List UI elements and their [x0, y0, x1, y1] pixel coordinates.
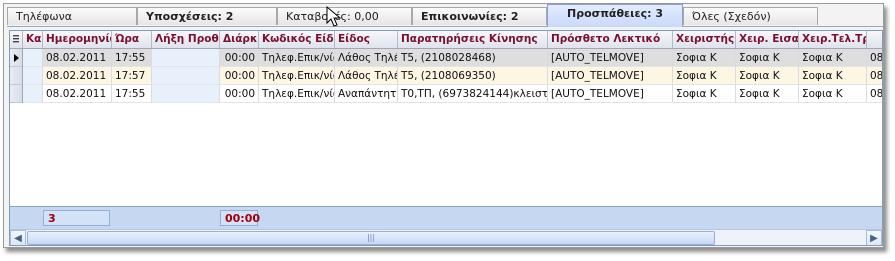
cell-duration[interactable]: 00:00: [220, 49, 259, 67]
cell-type[interactable]: Αναπάντητη κλήση: [335, 85, 398, 103]
col-header-notes[interactable]: Παρατηρήσεις Κίνησης: [398, 31, 548, 48]
horizontal-scrollbar[interactable]: ◀ ||| ▶: [10, 229, 882, 245]
cell-type-code[interactable]: Τηλεφ.Επικ/νία: [259, 67, 335, 85]
column-chooser-icon[interactable]: [10, 31, 23, 48]
cell-last-change-operator[interactable]: Σοφια Κ: [799, 85, 867, 103]
table-row[interactable]: 08.02.2011 17:55 00:00 Τηλεφ.Επικ/νία Λά…: [10, 49, 882, 67]
row-indicator: [10, 67, 23, 85]
cell-notes[interactable]: T0,TΠ, (6973824144)κλειστο: [398, 85, 548, 103]
tab-attempts[interactable]: Προσπάθειες: 3: [547, 4, 683, 27]
cell-ka[interactable]: [23, 85, 43, 103]
col-header-insert-operator[interactable]: Χειρ. Εισαγ: [736, 31, 799, 48]
tab-strip: Τηλέφωνα Υποσχέσεις: 2 Καταβολές: 0,00 Ε…: [7, 4, 883, 27]
grid-header: Κα Ημερομηνία Ώρα Λήξη Προθε Διάρκε Κωδι…: [10, 31, 882, 49]
cell-extra-text[interactable]: [AUTO_TELMOVE]: [548, 49, 673, 67]
footer-duration-total: 00:00: [220, 210, 260, 226]
cell-extra[interactable]: 08: [867, 49, 882, 67]
col-header-date[interactable]: Ημερομηνία: [43, 31, 112, 48]
cell-operator[interactable]: Σοφια Κ: [673, 49, 736, 67]
attempts-grid: Κα Ημερομηνία Ώρα Λήξη Προθε Διάρκε Κωδι…: [9, 30, 883, 246]
cell-operator[interactable]: Σοφια Κ: [673, 67, 736, 85]
cell-date[interactable]: 08.02.2011: [43, 67, 112, 85]
arrow-right-icon[interactable]: ▶: [866, 230, 882, 245]
col-header-type-code[interactable]: Κωδικός Είδο: [259, 31, 335, 48]
cell-notes[interactable]: T5, (2108028468): [398, 49, 548, 67]
table-row[interactable]: 08.02.2011 17:55 00:00 Τηλεφ.Επικ/νία Αν…: [10, 85, 882, 103]
cell-extra[interactable]: 08: [867, 67, 882, 85]
cell-insert-operator[interactable]: Σοφια Κ: [736, 67, 799, 85]
cell-type-code[interactable]: Τηλεφ.Επικ/νία: [259, 49, 335, 67]
cell-type[interactable]: Λάθος Τηλέφωνο: [335, 49, 398, 67]
cell-date[interactable]: 08.02.2011: [43, 49, 112, 67]
attempts-panel: Τηλέφωνα Υποσχέσεις: 2 Καταβολές: 0,00 Ε…: [3, 3, 884, 248]
cell-deadline[interactable]: [152, 67, 220, 85]
cell-last-change-operator[interactable]: Σοφια Κ: [799, 49, 867, 67]
grid-footer: 3 00:00: [10, 206, 882, 229]
cell-operator[interactable]: Σοφια Κ: [673, 85, 736, 103]
col-header-extra-text[interactable]: Πρόσθετο Λεκτικό: [548, 31, 673, 48]
tab-promises[interactable]: Υποσχέσεις: 2: [137, 7, 277, 25]
col-header-deadline[interactable]: Λήξη Προθε: [152, 31, 220, 48]
cell-notes[interactable]: T5, (2108069350): [398, 67, 548, 85]
arrow-left-icon[interactable]: ◀: [10, 230, 26, 245]
cell-duration[interactable]: 00:00: [220, 67, 259, 85]
cell-date[interactable]: 08.02.2011: [43, 85, 112, 103]
cell-time[interactable]: 17:55: [112, 49, 152, 67]
col-header-type[interactable]: Είδος: [335, 31, 398, 48]
cell-extra[interactable]: 08: [867, 85, 882, 103]
cell-type-code[interactable]: Τηλεφ.Επικ/νία: [259, 85, 335, 103]
cell-extra-text[interactable]: [AUTO_TELMOVE]: [548, 85, 673, 103]
mouse-pointer-icon: [326, 5, 342, 28]
cell-deadline[interactable]: [152, 49, 220, 67]
col-header-time[interactable]: Ώρα: [112, 31, 152, 48]
table-row[interactable]: 08.02.2011 17:57 00:00 Τηλεφ.Επικ/νία Λά…: [10, 67, 882, 85]
tab-all[interactable]: Όλες (Σχεδόν): [683, 7, 818, 25]
col-header-duration[interactable]: Διάρκε: [220, 31, 259, 48]
tab-payments[interactable]: Καταβολές: 0,00: [277, 7, 412, 25]
scrollbar-thumb[interactable]: |||: [27, 231, 715, 245]
triangle-right-icon: [14, 54, 19, 62]
cell-extra-text[interactable]: [AUTO_TELMOVE]: [548, 67, 673, 85]
col-header-ka[interactable]: Κα: [23, 31, 43, 48]
cell-type[interactable]: Λάθος Τηλέφωνο: [335, 67, 398, 85]
col-header-extra[interactable]: [867, 31, 882, 48]
cell-ka[interactable]: [23, 67, 43, 85]
cell-insert-operator[interactable]: Σοφια Κ: [736, 85, 799, 103]
cell-last-change-operator[interactable]: Σοφια Κ: [799, 67, 867, 85]
cell-ka[interactable]: [23, 49, 43, 67]
col-header-operator[interactable]: Χειριστής: [673, 31, 736, 48]
tab-communications[interactable]: Επικοινωνίες: 2: [412, 7, 547, 25]
row-indicator: [10, 49, 23, 67]
cell-insert-operator[interactable]: Σοφια Κ: [736, 49, 799, 67]
col-header-last-change-operator[interactable]: Χειρ.Τελ.Τρ: [799, 31, 867, 48]
footer-row-count: 3: [43, 210, 110, 226]
cell-time[interactable]: 17:57: [112, 67, 152, 85]
cell-duration[interactable]: 00:00: [220, 85, 259, 103]
row-indicator: [10, 85, 23, 103]
tab-phones[interactable]: Τηλέφωνα: [7, 7, 137, 25]
cell-time[interactable]: 17:55: [112, 85, 152, 103]
cell-deadline[interactable]: [152, 85, 220, 103]
